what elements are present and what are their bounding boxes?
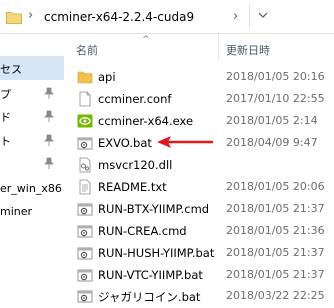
nav-item-quick-access[interactable]: セス — [0, 56, 64, 80]
nav-item-label: er_win_x86 — [0, 182, 62, 195]
dll-file-icon — [79, 157, 91, 173]
file-name: ccminer.conf — [98, 92, 172, 106]
nvidia-exe-icon — [77, 114, 93, 128]
nav-item-desktop[interactable]: プ — [0, 81, 64, 105]
pin-icon — [44, 157, 54, 169]
file-name: RUN-HUSH-YIIMP.bat — [98, 246, 215, 260]
address-divider — [249, 4, 250, 28]
file-name: ccminer-x64.exe — [98, 114, 194, 128]
column-divider[interactable] — [218, 35, 219, 60]
file-name: api — [98, 70, 116, 84]
file-date: 2018/03/22 22:25 — [226, 289, 325, 302]
file-date: 2018/04/09 9:47 — [226, 136, 318, 149]
bat-file-icon — [77, 225, 93, 238]
nav-item-label: ド — [0, 111, 11, 124]
file-name: README.txt — [98, 180, 167, 194]
nav-item-folder[interactable]: er_win_x86 — [0, 177, 64, 201]
file-date: 2018/01/05 21:36 — [226, 224, 325, 237]
bat-file-icon — [77, 290, 93, 303]
bat-file-icon — [77, 137, 93, 150]
navigation-pane: セス プ ド ト er_win_x86 miner — [0, 35, 64, 308]
chevron-down-icon[interactable] — [257, 9, 269, 21]
column-header-date-modified[interactable]: 更新日時 — [226, 42, 270, 58]
file-row[interactable]: msvcr120.dll — [64, 154, 334, 176]
nav-item-documents[interactable]: ト — [0, 128, 64, 152]
file-date: 2018/01/05 21:37 — [226, 268, 325, 281]
file-date: 2018/01/05 20:06 — [226, 180, 325, 193]
nav-item-label: セス — [0, 63, 22, 76]
file-row[interactable]: RUN-VTC-YIIMP.bat 2018/01/05 21:37 — [64, 264, 334, 286]
file-name: RUN-BTX-YIIMP.cmd — [98, 202, 210, 216]
file-name: msvcr120.dll — [98, 158, 173, 172]
file-name: EXVO.bat — [98, 136, 152, 150]
nav-item-label: プ — [0, 88, 11, 101]
file-name: ジャガリコイン.bat — [98, 290, 201, 304]
red-arrow-annotation — [157, 136, 214, 148]
nav-item-pictures[interactable] — [0, 151, 64, 175]
folder-icon — [77, 71, 93, 84]
file-icon — [79, 91, 91, 107]
breadcrumb-separator-end: › — [233, 9, 239, 24]
file-row[interactable]: RUN-BTX-YIIMP.cmd 2018/01/05 21:37 — [64, 198, 334, 220]
file-row[interactable]: README.txt 2018/01/05 20:06 — [64, 176, 334, 198]
nav-item-label: ト — [0, 135, 11, 148]
folder-icon — [6, 12, 22, 24]
file-row[interactable]: RUN-CREA.cmd 2018/01/05 21:36 — [64, 220, 334, 242]
file-row[interactable]: ccminer.conf 2017/01/10 22:55 — [64, 88, 334, 110]
nav-item-folder[interactable]: miner — [0, 200, 64, 224]
column-header-name[interactable]: 名前 — [76, 42, 98, 58]
pin-icon — [44, 110, 54, 122]
column-header: ^ 名前 更新日時 — [64, 35, 334, 60]
file-row[interactable]: api 2018/01/05 20:16 — [64, 66, 334, 88]
file-row[interactable]: ジャガリコイン.bat 2018/03/22 22:25 — [64, 285, 334, 307]
address-bar[interactable]: › ccminer-x64-2.2.4-cuda9 › — [0, 0, 334, 34]
nav-item-label: miner — [0, 205, 33, 218]
pin-icon — [44, 87, 54, 99]
file-row[interactable]: ccminer-x64.exe 2018/01/05 2:14 — [64, 110, 334, 132]
pin-icon — [44, 134, 54, 146]
file-date: 2018/01/05 21:37 — [226, 246, 325, 259]
bat-file-icon — [77, 247, 93, 260]
file-date: 2018/01/05 2:14 — [226, 114, 318, 127]
file-date: 2018/01/05 20:16 — [226, 70, 325, 83]
file-name: RUN-VTC-YIIMP.bat — [98, 268, 203, 282]
nav-item-downloads[interactable]: ド — [0, 104, 64, 128]
bat-file-icon — [77, 203, 93, 216]
text-file-icon — [79, 179, 91, 195]
breadcrumb-current-folder[interactable]: ccminer-x64-2.2.4-cuda9 — [44, 10, 194, 24]
file-row[interactable]: RUN-HUSH-YIIMP.bat 2018/01/05 21:37 — [64, 242, 334, 264]
file-date: 2018/01/05 21:37 — [226, 202, 325, 215]
breadcrumb-separator: › — [28, 8, 34, 23]
file-date: 2017/01/10 22:55 — [226, 92, 325, 105]
sort-caret-icon: ^ — [142, 35, 150, 45]
file-name: RUN-CREA.cmd — [98, 224, 187, 238]
bat-file-icon — [77, 269, 93, 282]
